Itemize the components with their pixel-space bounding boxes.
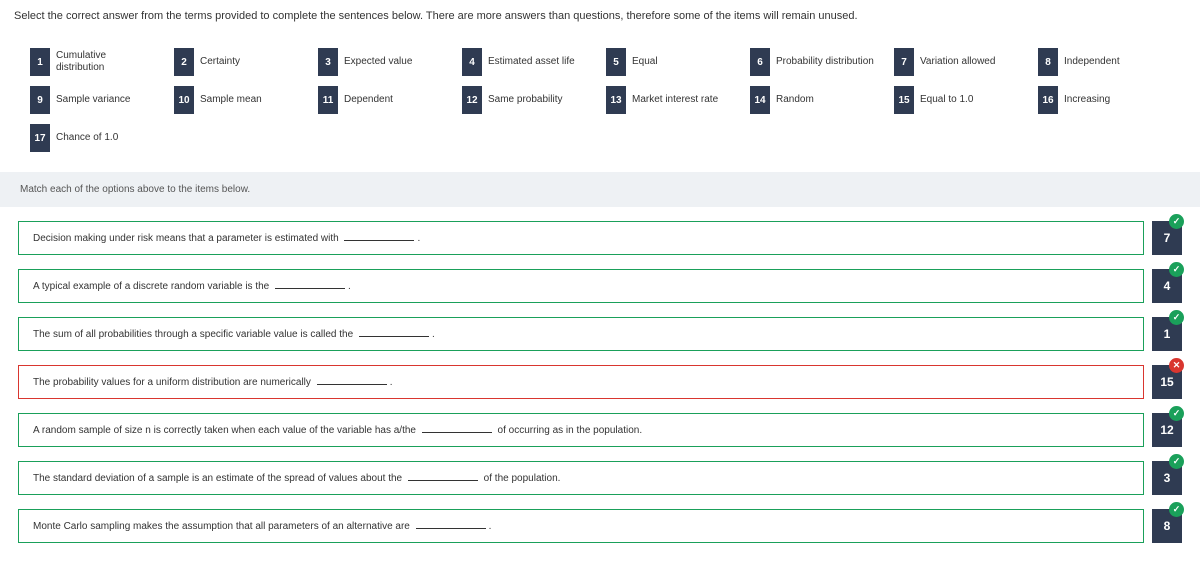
answer-sentence[interactable]: The standard deviation of a sample is an…: [18, 461, 1144, 495]
term-option[interactable]: 10Sample mean: [174, 86, 304, 114]
blank-slot[interactable]: [416, 520, 486, 529]
term-label: Expected value: [338, 56, 418, 68]
check-icon: ✓: [1169, 310, 1184, 325]
term-number: 15: [894, 86, 914, 114]
answer-sentence[interactable]: Decision making under risk means that a …: [18, 221, 1144, 255]
term-option[interactable]: 3Expected value: [318, 48, 448, 76]
term-number: 8: [1038, 48, 1058, 76]
term-number: 11: [318, 86, 338, 114]
term-option[interactable]: 7Variation allowed: [894, 48, 1024, 76]
term-option[interactable]: 17Chance of 1.0: [30, 124, 160, 152]
term-number: 1: [30, 48, 50, 76]
term-number: 13: [606, 86, 626, 114]
blank-slot[interactable]: [317, 376, 387, 385]
term-option[interactable]: 2Certainty: [174, 48, 304, 76]
answer-row: Decision making under risk means that a …: [18, 221, 1182, 255]
term-label: Variation allowed: [914, 56, 1001, 68]
answer-sentence[interactable]: Monte Carlo sampling makes the assumptio…: [18, 509, 1144, 543]
blank-slot[interactable]: [344, 232, 414, 241]
term-option[interactable]: 1Cumulative distribution: [30, 48, 160, 76]
answer-row: A typical example of a discrete random v…: [18, 269, 1182, 303]
check-icon: ✓: [1169, 406, 1184, 421]
term-option[interactable]: 11Dependent: [318, 86, 448, 114]
term-number: 16: [1038, 86, 1058, 114]
instructions-text: Select the correct answer from the terms…: [14, 10, 1186, 22]
answer-row: The sum of all probabilities through a s…: [18, 317, 1182, 351]
term-label: Certainty: [194, 56, 246, 68]
term-number: 3: [318, 48, 338, 76]
term-label: Equal to 1.0: [914, 94, 979, 106]
term-number: 5: [606, 48, 626, 76]
match-instructions: Match each of the options above to the i…: [0, 172, 1200, 207]
term-option[interactable]: 5Equal: [606, 48, 736, 76]
terms-grid: 1Cumulative distribution 2Certainty 3Expec…: [14, 40, 1186, 166]
term-label: Increasing: [1058, 94, 1116, 106]
check-icon: ✓: [1169, 262, 1184, 277]
answer-row: The probability values for a uniform dis…: [18, 365, 1182, 399]
check-icon: ✓: [1169, 454, 1184, 469]
term-label: Same probability: [482, 94, 568, 106]
term-number: 17: [30, 124, 50, 152]
answer-sentence[interactable]: A random sample of size n is correctly t…: [18, 413, 1144, 447]
answer-sentence[interactable]: The probability values for a uniform dis…: [18, 365, 1144, 399]
term-option[interactable]: 8Independent: [1038, 48, 1168, 76]
check-icon: ✓: [1169, 502, 1184, 517]
answer-sentence[interactable]: The sum of all probabilities through a s…: [18, 317, 1144, 351]
term-label: Chance of 1.0: [50, 132, 124, 144]
term-label: Dependent: [338, 94, 399, 106]
term-option[interactable]: 15Equal to 1.0: [894, 86, 1024, 114]
term-label: Probability distribution: [770, 56, 880, 68]
answer-row: The standard deviation of a sample is an…: [18, 461, 1182, 495]
term-number: 12: [462, 86, 482, 114]
answer-sentence[interactable]: A typical example of a discrete random v…: [18, 269, 1144, 303]
term-label: Cumulative distribution: [50, 50, 160, 74]
answers-list: Decision making under risk means that a …: [0, 207, 1200, 567]
term-label: Sample mean: [194, 94, 268, 106]
term-label: Estimated asset life: [482, 56, 581, 68]
term-option[interactable]: 4Estimated asset life: [462, 48, 592, 76]
term-option[interactable]: 16Increasing: [1038, 86, 1168, 114]
term-label: Equal: [626, 56, 664, 68]
term-number: 14: [750, 86, 770, 114]
blank-slot[interactable]: [408, 472, 478, 481]
x-icon: ✕: [1169, 358, 1184, 373]
term-option[interactable]: 6Probability distribution: [750, 48, 880, 76]
blank-slot[interactable]: [359, 328, 429, 337]
term-number: 10: [174, 86, 194, 114]
answer-row: A random sample of size n is correctly t…: [18, 413, 1182, 447]
term-label: Independent: [1058, 56, 1126, 68]
term-number: 4: [462, 48, 482, 76]
term-option[interactable]: 12Same probability: [462, 86, 592, 114]
term-option[interactable]: 13Market interest rate: [606, 86, 736, 114]
check-icon: ✓: [1169, 214, 1184, 229]
term-number: 9: [30, 86, 50, 114]
term-number: 6: [750, 48, 770, 76]
answer-row: Monte Carlo sampling makes the assumptio…: [18, 509, 1182, 543]
term-label: Sample variance: [50, 94, 136, 106]
blank-slot[interactable]: [275, 280, 345, 289]
term-number: 2: [174, 48, 194, 76]
term-number: 7: [894, 48, 914, 76]
term-option[interactable]: 9Sample variance: [30, 86, 160, 114]
term-label: Market interest rate: [626, 94, 724, 106]
term-label: Random: [770, 94, 820, 106]
blank-slot[interactable]: [422, 424, 492, 433]
term-option[interactable]: 14Random: [750, 86, 880, 114]
